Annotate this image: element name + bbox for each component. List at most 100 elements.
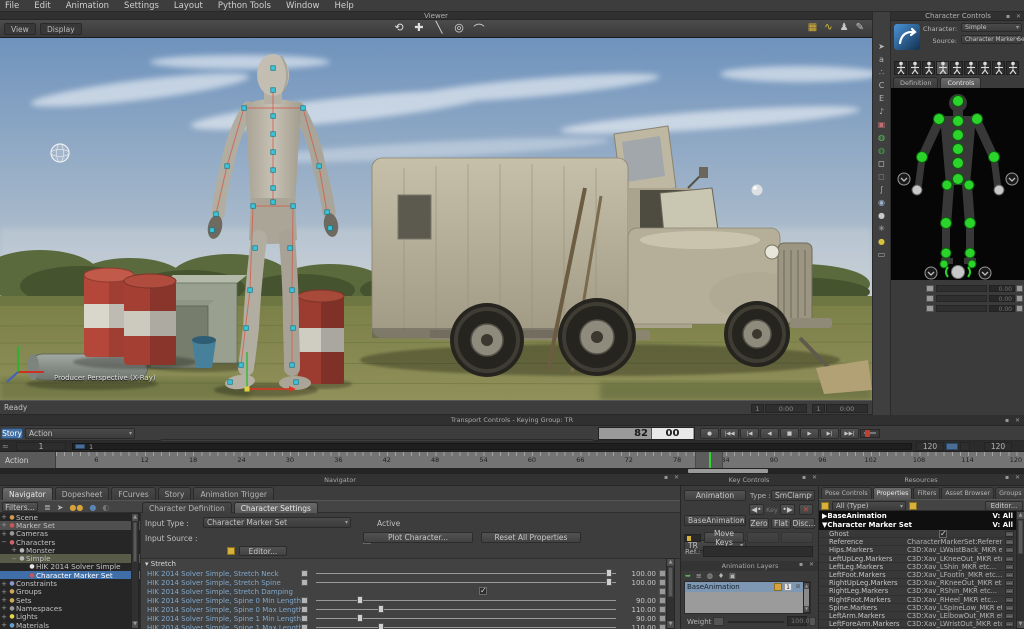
display-button[interactable]: Display: [40, 23, 82, 35]
tab-filters[interactable]: Filters: [913, 487, 940, 499]
resource-property-row[interactable]: LeftFoot.MarkersC3D:Xav_LFootIn_MKR etc.…: [819, 571, 1016, 579]
character-controls-window-icons[interactable]: ▪ ✕: [1006, 12, 1023, 21]
transport-window-icons[interactable]: ▪ ✕: [1005, 415, 1022, 426]
property-slider-track[interactable]: [316, 627, 616, 628]
property-row[interactable]: HIK 2014 Solver Simple, Spine 0 Min Leng…: [141, 596, 666, 605]
property-key-box[interactable]: [659, 624, 666, 629]
timeline-icon[interactable]: ≈: [2, 442, 9, 451]
list-view-icon[interactable]: ≣: [44, 503, 51, 512]
property-key-box[interactable]: [659, 615, 666, 622]
pose-button-9[interactable]: [1006, 61, 1019, 75]
lock-icon[interactable]: [227, 547, 235, 555]
navigator-window-icons[interactable]: ▪ ✕: [664, 474, 681, 481]
property-slider-handle[interactable]: [357, 596, 363, 604]
menu-item-animation[interactable]: Animation: [66, 1, 109, 11]
tab-groups[interactable]: Groups: [995, 487, 1024, 499]
property-slider-handle[interactable]: [357, 614, 363, 622]
record-button[interactable]: ●: [700, 428, 719, 439]
manip-sphere-left[interactable]: [51, 144, 69, 162]
prev-key-button[interactable]: ◀•: [749, 504, 764, 515]
pose-button-5[interactable]: [950, 61, 963, 75]
plot-character-button[interactable]: Plot Character...: [363, 532, 473, 543]
sphere-dark-icon[interactable]: ◐: [102, 503, 109, 512]
tab-animation-trigger[interactable]: Animation Trigger: [193, 487, 274, 500]
tab-definition[interactable]: Definition: [893, 77, 938, 88]
next-key-button[interactable]: •▶: [780, 504, 795, 515]
more-button[interactable]: ...: [1005, 531, 1014, 537]
dots-icon[interactable]: ∴: [879, 68, 884, 77]
cube-gray-icon[interactable]: ◻: [878, 172, 885, 181]
stretch-section-header[interactable]: ▾ Stretch: [145, 560, 176, 568]
property-slider-handle[interactable]: [606, 569, 612, 577]
input-type-dropdown[interactable]: Character Marker Set: [203, 517, 351, 528]
layer-row-base-animation[interactable]: BaseAnimation 1 ⊘: [685, 582, 804, 592]
weight-icon-box[interactable]: [713, 617, 724, 626]
menu-item-window[interactable]: Window: [286, 1, 320, 11]
sphere-icon[interactable]: ●: [878, 211, 885, 220]
resource-property-row[interactable]: Ghost...: [819, 530, 1016, 538]
frame-counter-1[interactable]: 10:00: [751, 404, 807, 413]
new-layer-icon[interactable]: ➥: [685, 572, 691, 580]
constraint-c-icon[interactable]: C: [879, 81, 885, 90]
transport-titlebar[interactable]: Transport Controls - Keying Group: TR ▪ …: [0, 415, 1024, 426]
property-slider-track[interactable]: [316, 582, 616, 583]
range-spin-box[interactable]: [960, 442, 970, 451]
more-button[interactable]: ...: [1005, 605, 1014, 611]
tree-expander[interactable]: +: [0, 613, 8, 621]
frame-display[interactable]: 82 00: [598, 427, 695, 440]
property-row[interactable]: HIK 2014 Solver Simple, Stretch Spine100…: [141, 578, 666, 587]
light-icon[interactable]: ●: [878, 237, 885, 246]
menu-item-edit[interactable]: Edit: [34, 1, 50, 11]
property-row[interactable]: HIK 2014 Solver Simple, Spine 1 Min Leng…: [141, 614, 666, 623]
weight-slider[interactable]: [728, 621, 784, 623]
character-controls-titlebar[interactable]: Character Controls ▪ ✕: [891, 12, 1024, 21]
row-field[interactable]: [936, 305, 987, 312]
resources-scrollbar[interactable]: ▲ ▼: [1016, 511, 1024, 629]
property-checkbox[interactable]: [479, 587, 487, 595]
curve-icon[interactable]: ∿: [824, 22, 832, 33]
solo-layer-icon[interactable]: ♦: [718, 572, 724, 580]
disc-button[interactable]: Disc...: [793, 518, 815, 529]
menu-item-help[interactable]: Help: [334, 1, 353, 11]
tree-expander[interactable]: +: [0, 596, 8, 604]
more-button[interactable]: ...: [1005, 613, 1014, 619]
property-key-box[interactable]: [659, 606, 666, 613]
step-back-button[interactable]: |◀: [740, 428, 759, 439]
bone-icon[interactable]: ♪: [879, 107, 884, 116]
range-start-field[interactable]: 1: [16, 442, 66, 451]
row-key-button[interactable]: [926, 295, 934, 302]
resources-window-icons[interactable]: ▪ ✕: [1005, 474, 1022, 481]
orbit-icon[interactable]: ⟲: [392, 21, 406, 37]
filter-icon[interactable]: [821, 502, 829, 510]
pose-button-8[interactable]: [992, 61, 1005, 75]
playhead[interactable]: [709, 452, 711, 468]
tree-item-materials[interactable]: +●Materials: [0, 621, 140, 629]
range-end-field[interactable]: 120: [916, 442, 944, 451]
pose-button-6[interactable]: [964, 61, 977, 75]
tab-dopesheet[interactable]: Dopesheet: [55, 487, 110, 500]
menu-item-file[interactable]: File: [5, 1, 19, 11]
menu-item-python-tools[interactable]: Python Tools: [218, 1, 271, 11]
row-field[interactable]: [936, 285, 987, 292]
more-button[interactable]: ...: [1005, 597, 1014, 603]
viewport-3d[interactable]: Producer Perspective (X-Ray): [0, 38, 872, 400]
cube-white-icon[interactable]: ◻: [878, 159, 885, 168]
property-row[interactable]: HIK 2014 Solver Simple, Stretch Neck100.…: [141, 569, 666, 578]
property-slider-track[interactable]: [316, 609, 616, 610]
go-to-start-button[interactable]: |◀◀: [720, 428, 739, 439]
tree-expander[interactable]: +: [0, 621, 8, 629]
tab-navigator[interactable]: Navigator: [2, 487, 53, 500]
move-keys-button[interactable]: Move Keys: [704, 532, 744, 543]
manip-sphere-right[interactable]: [752, 185, 763, 196]
animation-layers-list[interactable]: BaseAnimation 1 ⊘ ▲ ▼: [684, 581, 811, 614]
viewer-titlebar[interactable]: Viewer: [0, 12, 872, 20]
settings-scrollbar[interactable]: ▲ ▼: [666, 558, 675, 629]
keys-icon[interactable]: ●●: [69, 503, 83, 512]
menu-item-settings[interactable]: Settings: [124, 1, 159, 11]
key-box[interactable]: [301, 606, 308, 613]
loop-end-field[interactable]: 120: [984, 442, 1012, 451]
ref-field[interactable]: [703, 546, 813, 557]
scroll-down-arrow[interactable]: ▼: [132, 621, 138, 628]
zoom-range-indicator[interactable]: [688, 469, 768, 473]
more-button[interactable]: ...: [1005, 539, 1014, 545]
